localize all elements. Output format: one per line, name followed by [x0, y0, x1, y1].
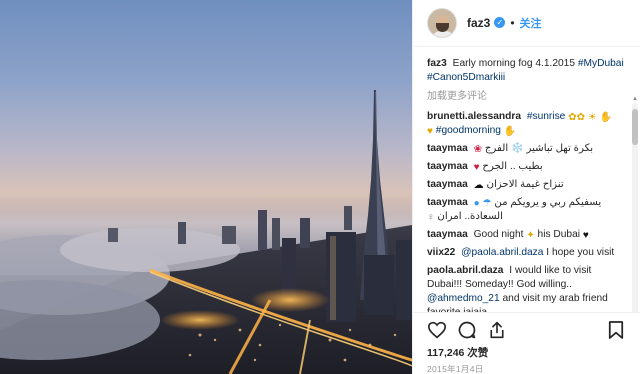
droplet-icon: ●	[473, 197, 480, 209]
verified-badge-icon: ✓	[494, 17, 506, 29]
hashtag-canon[interactable]: #Canon5Dmarkiii	[427, 72, 505, 83]
scroll-up-arrow-icon[interactable]: ▲	[632, 96, 638, 102]
bookmark-icon[interactable]	[606, 320, 626, 340]
woman-icon: ♀	[427, 211, 435, 223]
list-item: taaymaa Good night ✦ his Dubai ♥	[427, 228, 624, 242]
rose-icon: ❀	[473, 143, 483, 155]
post-header: faz3 ✓ • 关注	[413, 0, 640, 47]
share-icon[interactable]	[487, 320, 507, 340]
comment-username[interactable]: taaymaa	[427, 197, 468, 208]
comment-text: Good night	[473, 228, 524, 240]
comment-username[interactable]: taaymaa	[427, 179, 468, 190]
comment-icon[interactable]	[457, 320, 477, 340]
prayer-hands-icon: ✋	[503, 125, 517, 137]
load-more-comments-link[interactable]: 加载更多评论	[427, 90, 624, 104]
comment-username[interactable]: brunetti.alessandra	[427, 111, 521, 122]
header-separator: •	[510, 15, 515, 30]
dubai-fog-skyline-image	[0, 90, 412, 374]
red-heart-icon: ♥	[473, 161, 480, 173]
post-date: 2015年1月4日	[427, 364, 484, 374]
comment-mention[interactable]: @ahmedmo_21	[427, 293, 500, 304]
caption-text: Early morning fog 4.1.2015	[452, 57, 575, 69]
comment-text-line2: السعادة.. امران	[437, 210, 503, 222]
comment-username[interactable]: viix22	[427, 247, 455, 258]
post-caption: faz3 Early morning fog 4.1.2015 #MyDubai…	[427, 57, 624, 85]
comment-text-line2: his Dubai	[537, 228, 581, 240]
list-item: viix22 @paola.abril.daza I hope you visi…	[427, 246, 624, 260]
cloud-icon: ☁	[473, 179, 484, 191]
sparkles-icon: ✦	[526, 229, 535, 241]
black-heart-icon: ♥	[582, 229, 589, 241]
comment-username[interactable]: paola.abril.daza	[427, 265, 503, 276]
scrollbar-thumb[interactable]	[632, 108, 638, 145]
sunflower-icon: ✿✿	[568, 111, 585, 123]
yellow-heart-icon: ♥	[427, 125, 433, 137]
likes-count[interactable]: 117,246 次赞	[427, 345, 626, 360]
comment-username[interactable]: taaymaa	[427, 229, 468, 240]
list-item: paola.abril.daza I would like to visit D…	[427, 264, 624, 312]
avatar[interactable]	[427, 7, 457, 38]
hashtag-mydubai[interactable]: #MyDubai	[578, 58, 624, 69]
comments-list[interactable]: faz3 Early morning fog 4.1.2015 #MyDubai…	[413, 47, 640, 312]
post-photo[interactable]	[0, 0, 412, 374]
action-icons-row	[427, 319, 626, 341]
instagram-post: faz3 ✓ • 关注 faz3 Early morning fog 4.1.2…	[0, 0, 640, 374]
header-username[interactable]: faz3	[467, 16, 490, 30]
comment-text: تنزاح غيمة الاحزان	[486, 178, 564, 190]
list-item: taaymaa ❀ بكرة تهل تباشير ❄️ الفرج	[427, 142, 624, 156]
list-item: taaymaa ☁ تنزاح غيمة الاحزان	[427, 178, 624, 192]
comments-scrollbar[interactable]: ▲ ▼	[632, 96, 638, 312]
follow-button[interactable]: 关注	[520, 15, 542, 31]
list-item: brunetti.alessandra #sunrise ✿✿ ☀ ✋ ♥ #g…	[427, 110, 624, 138]
sun-icon: ☀	[587, 111, 597, 123]
comment-text: يسفيكم ربي و يرويكم من	[494, 196, 602, 208]
comment-username[interactable]: taaymaa	[427, 143, 468, 154]
list-item: taaymaa ● ☂ يسفيكم ربي و يرويكم من ♀ الس…	[427, 196, 624, 224]
prayer-hands-icon: ✋	[599, 111, 613, 123]
hashtag-sunrise[interactable]: #sunrise	[527, 111, 566, 122]
post-actions: 117,246 次赞 2015年1月4日	[413, 312, 640, 374]
comment-text: I hope you visit	[546, 246, 615, 258]
comment-text: بطيب .. الجرح	[482, 160, 543, 172]
cloud-rain-icon: ☂	[482, 197, 492, 209]
caption-username[interactable]: faz3	[427, 58, 447, 69]
heart-icon[interactable]	[427, 320, 447, 340]
comment-username[interactable]: taaymaa	[427, 161, 468, 172]
comment-text: بكرة تهل تباشير ❄️ الفرج	[484, 142, 594, 154]
list-item: taaymaa ♥ بطيب .. الجرح	[427, 160, 624, 174]
hashtag-goodmorning[interactable]: #goodmorning	[436, 125, 501, 136]
post-side-panel: faz3 ✓ • 关注 faz3 Early morning fog 4.1.2…	[412, 0, 640, 374]
comment-mention[interactable]: @paola.abril.daza	[461, 247, 543, 258]
